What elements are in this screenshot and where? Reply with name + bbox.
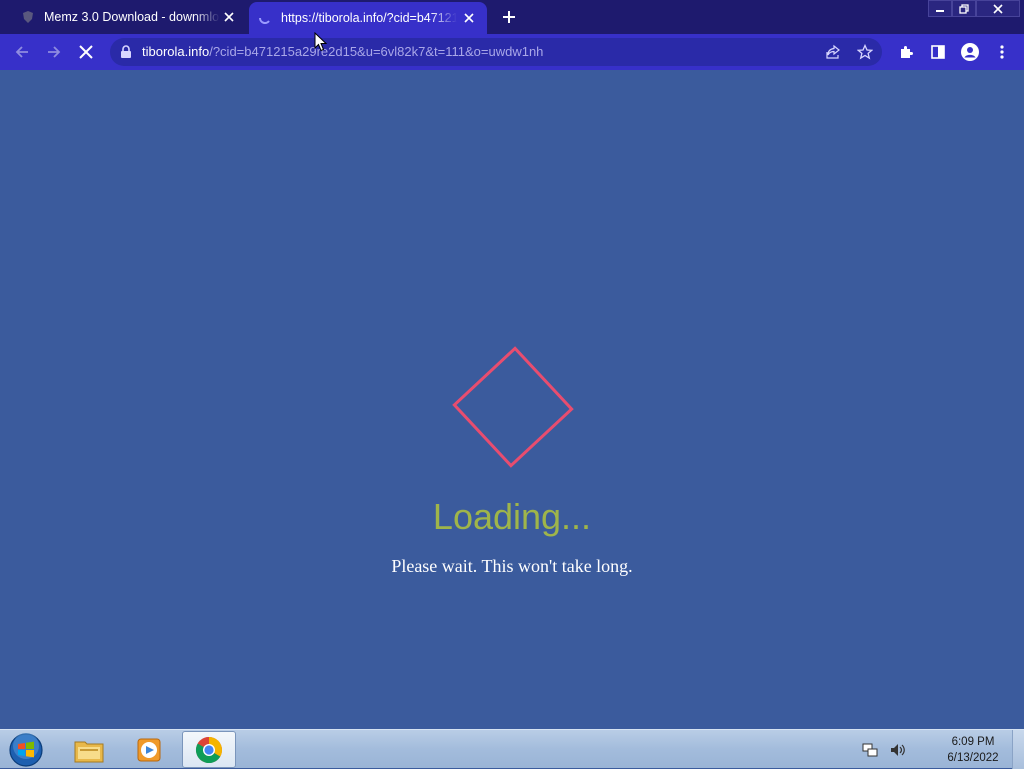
taskbar-media-player-button[interactable] — [122, 731, 176, 768]
close-window-button[interactable] — [976, 0, 1020, 17]
taskbar: 6:09 PM 6/13/2022 — [0, 729, 1024, 769]
taskbar-chrome-button[interactable] — [182, 731, 236, 768]
system-tray — [860, 730, 916, 769]
bookmark-star-icon[interactable] — [856, 43, 874, 61]
tab-tiborola[interactable]: https://tiborola.info/?cid=b471215a29re2… — [249, 2, 487, 34]
start-button[interactable] — [6, 731, 46, 768]
loading-diamond-icon — [452, 346, 574, 468]
share-icon[interactable] — [824, 43, 842, 61]
clock-date: 6/13/2022 — [947, 752, 999, 764]
back-button[interactable] — [10, 40, 34, 64]
restore-button[interactable] — [952, 0, 976, 17]
tab-title: Memz 3.0 Download - downmloads — [44, 10, 220, 24]
show-desktop-button[interactable] — [1012, 730, 1024, 769]
folder-icon — [74, 741, 104, 762]
taskbar-explorer-button[interactable] — [62, 731, 116, 768]
forward-button[interactable] — [42, 40, 66, 64]
tab-title: https://tiborola.info/?cid=b471215a29re2… — [281, 11, 457, 25]
network-icon[interactable] — [860, 740, 880, 760]
menu-kebab-icon[interactable] — [990, 40, 1014, 64]
shield-favicon-icon — [20, 9, 36, 25]
stop-loading-button[interactable] — [74, 40, 98, 64]
lock-icon[interactable] — [118, 44, 134, 60]
mouse-cursor-icon — [314, 32, 328, 52]
url-host: tiborola.info — [142, 44, 210, 59]
media-player-icon — [137, 738, 161, 761]
new-tab-button[interactable] — [500, 8, 518, 26]
extensions-icon[interactable] — [894, 40, 918, 64]
loading-heading: Loading... — [432, 496, 592, 537]
volume-icon[interactable] — [888, 740, 908, 760]
close-tab-icon[interactable] — [461, 10, 477, 26]
browser-toolbar: tiborola.info/?cid=b471215a29re2d15&u=6v… — [0, 34, 1024, 70]
taskbar-clock[interactable]: 6:09 PM 6/13/2022 — [936, 734, 1010, 766]
minimize-button[interactable] — [928, 0, 952, 17]
web-page: Loading... Please wait. This won't take … — [0, 70, 1024, 729]
chrome-icon — [195, 736, 223, 763]
address-bar[interactable]: tiborola.info/?cid=b471215a29re2d15&u=6v… — [110, 38, 882, 66]
wait-message: Please wait. This won't take long. — [391, 556, 633, 576]
clock-time: 6:09 PM — [951, 736, 995, 748]
tab-memz-download[interactable]: Memz 3.0 Download - downmloads — [0, 0, 247, 34]
side-panel-icon[interactable] — [926, 40, 950, 64]
close-tab-icon[interactable] — [221, 9, 237, 25]
tab-strip: Memz 3.0 Download - downmloads https://t… — [0, 0, 1024, 34]
profile-avatar-icon[interactable] — [958, 40, 982, 64]
url-text[interactable]: tiborola.info/?cid=b471215a29re2d15&u=6v… — [142, 44, 543, 59]
loading-spinner-icon — [257, 10, 273, 26]
url-path: /?cid=b471215a29re2d15&u=6vl82k7&t=111&o… — [209, 44, 544, 59]
